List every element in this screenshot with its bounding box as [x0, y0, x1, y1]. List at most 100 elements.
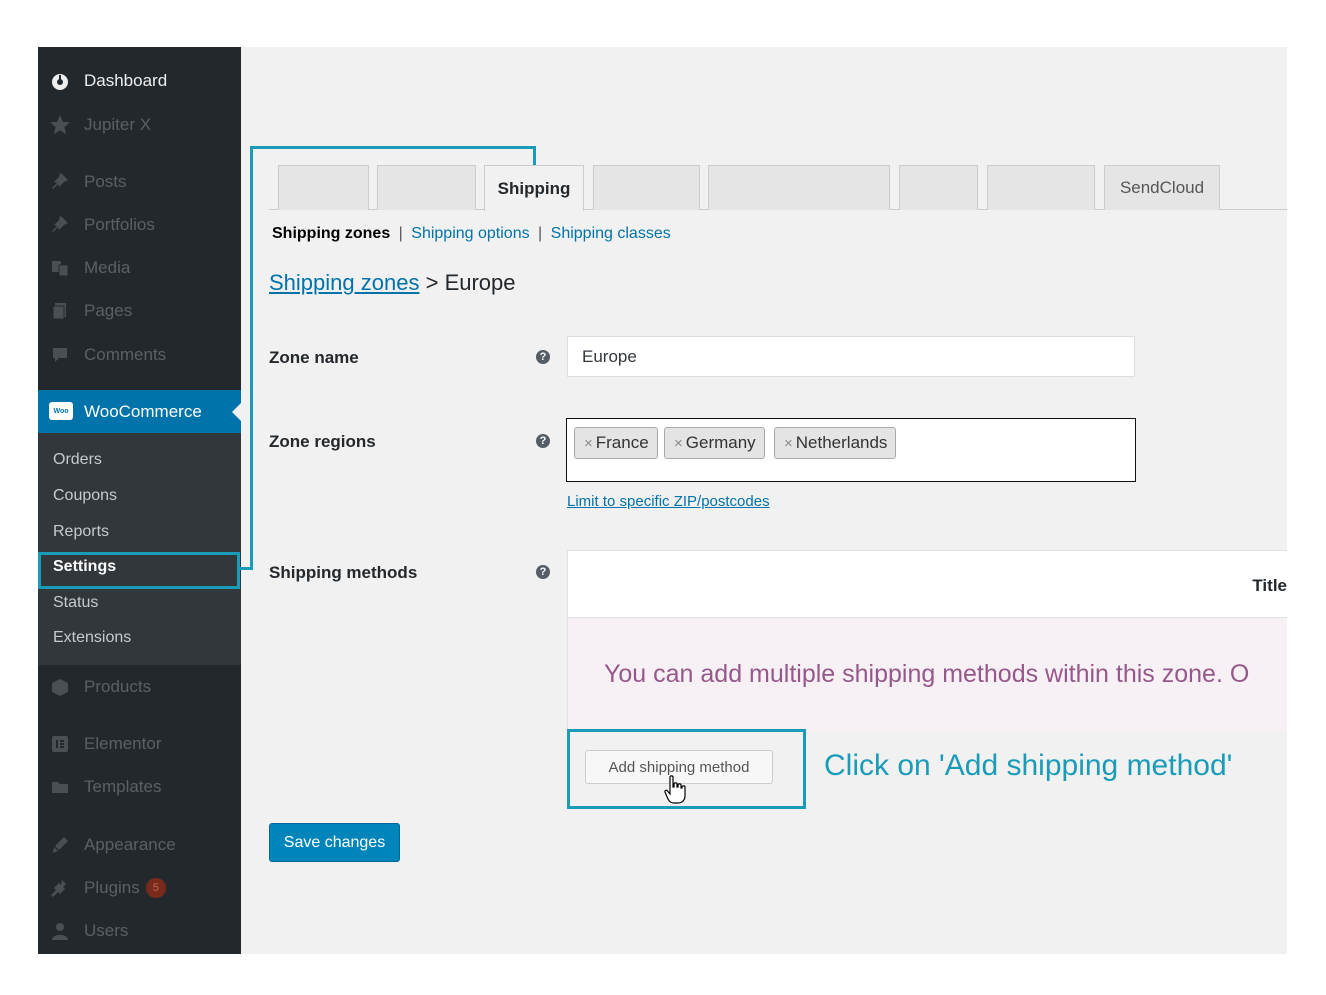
sidebar-item-woocommerce[interactable]: Woo WooCommerce: [38, 390, 241, 433]
current-menu-arrow: [232, 403, 241, 421]
limit-postcodes-link[interactable]: Limit to specific ZIP/postcodes: [567, 493, 770, 510]
tab-general[interactable]: [278, 165, 369, 210]
box-icon: [48, 675, 72, 699]
sidebar-item-label: Portfolios: [84, 215, 155, 234]
tab-sendcloud[interactable]: SendCloud: [1104, 165, 1220, 210]
breadcrumb-separator: >: [425, 270, 439, 295]
comment-icon: [48, 343, 72, 367]
subnav-link-shipping-classes[interactable]: Shipping classes: [551, 225, 671, 242]
sidebar-item-templates[interactable]: Templates: [38, 769, 241, 805]
help-icon[interactable]: ?: [536, 350, 550, 364]
annotation-callout: Click on 'Add shipping method': [824, 749, 1233, 782]
subnav-separator: |: [538, 225, 543, 242]
blank-state-message: You can add multiple shipping methods wi…: [604, 660, 1250, 688]
sidebar-item-label: Pages: [84, 301, 133, 320]
region-chip-germany: × Germany: [664, 427, 765, 459]
help-icon[interactable]: ?: [536, 565, 550, 579]
sidebar-item-label: Posts: [84, 172, 127, 191]
zone-name-input[interactable]: Europe: [567, 336, 1135, 377]
sidebar-item-plugins[interactable]: Plugins 5: [38, 870, 241, 906]
tab-payments[interactable]: [593, 165, 700, 210]
sidebar-item-label: Appearance: [84, 835, 176, 854]
sidebar-item-portfolios[interactable]: Portfolios: [38, 207, 241, 243]
region-chip-label: Germany: [685, 433, 756, 452]
breadcrumb: Shipping zones > Europe: [269, 270, 516, 296]
highlight-connector: [250, 146, 253, 570]
pin-icon: [48, 213, 72, 237]
sidebar-item-label: Media: [84, 258, 131, 277]
admin-sidebar: Dashboard Jupiter X Posts Portfolios Med: [38, 47, 241, 954]
region-chip-netherlands: × Netherlands: [774, 427, 897, 459]
sidebar-item-pages[interactable]: Pages: [38, 293, 241, 329]
help-icon[interactable]: ?: [536, 434, 550, 448]
highlight-connector: [250, 146, 536, 149]
submenu-item-orders[interactable]: Orders: [53, 451, 102, 469]
highlight-connector: [533, 146, 536, 165]
save-changes-button[interactable]: Save changes: [269, 823, 400, 862]
submenu-item-status[interactable]: Status: [53, 594, 98, 612]
region-chip-label: France: [595, 433, 649, 452]
zone-regions-select[interactable]: × France × Germany × Netherlands: [566, 418, 1136, 482]
sidebar-item-label: WooCommerce: [84, 402, 202, 421]
folder-icon: [48, 775, 72, 799]
hand-pointer-cursor-icon: [664, 775, 686, 810]
user-icon: [48, 919, 72, 943]
tab-advanced[interactable]: [987, 165, 1095, 210]
sidebar-item-users[interactable]: Users: [38, 913, 241, 949]
subnav-current: Shipping zones: [272, 225, 391, 242]
remove-chip-icon[interactable]: ×: [584, 435, 593, 452]
region-chip-france: × France: [574, 427, 658, 459]
dashboard-icon: [48, 69, 72, 93]
media-icon: [48, 256, 72, 280]
sidebar-item-products[interactable]: Products: [38, 669, 241, 705]
pages-icon: [48, 299, 72, 323]
sidebar-item-media[interactable]: Media: [38, 250, 241, 286]
sidebar-item-label: Dashboard: [84, 71, 168, 90]
sidebar-item-label: Products: [84, 677, 152, 696]
tab-accounts[interactable]: [708, 165, 890, 210]
sidebar-item-jupiter-x[interactable]: Jupiter X: [38, 107, 241, 143]
brush-icon: [48, 833, 72, 857]
region-chip-label: Netherlands: [795, 433, 888, 452]
sidebar-item-label: Elementor: [84, 734, 162, 753]
sidebar-item-label: Templates: [84, 777, 162, 796]
sidebar-item-label: Plugins 5: [84, 878, 166, 899]
screenshot-frame: Dashboard Jupiter X Posts Portfolios Med: [38, 47, 1287, 954]
submenu-item-reports[interactable]: Reports: [53, 523, 109, 541]
add-method-highlight-box: [567, 729, 806, 809]
plugin-icon: [48, 876, 72, 900]
tab-emails[interactable]: [899, 165, 978, 210]
sidebar-item-appearance[interactable]: Appearance: [38, 827, 241, 863]
submenu-item-coupons[interactable]: Coupons: [53, 487, 117, 505]
settings-highlight-box: [38, 552, 240, 589]
woo-icon: Woo: [49, 402, 73, 420]
sidebar-item-label: Comments: [84, 345, 167, 364]
sidebar-item-elementor[interactable]: Elementor: [38, 726, 241, 762]
subnav-separator: |: [398, 225, 403, 242]
star-icon: [48, 113, 72, 137]
breadcrumb-link-shipping-zones[interactable]: Shipping zones: [269, 270, 419, 295]
sidebar-item-label: Users: [84, 921, 129, 940]
pin-icon: [48, 170, 72, 194]
woocommerce-submenu: Orders Coupons Reports Settings Status E…: [38, 433, 241, 665]
subnav-link-shipping-options[interactable]: Shipping options: [411, 225, 529, 242]
tab-products[interactable]: [377, 165, 476, 210]
shipping-methods-table: Title You can add multiple shipping meth…: [567, 550, 1287, 731]
sidebar-item-dashboard[interactable]: Dashboard: [38, 63, 241, 99]
table-header-title: Title: [1252, 576, 1287, 595]
remove-chip-icon[interactable]: ×: [784, 435, 793, 452]
remove-chip-icon[interactable]: ×: [674, 435, 683, 452]
zone-regions-label: Zone regions: [269, 432, 376, 451]
sidebar-item-label: Jupiter X: [84, 115, 152, 134]
submenu-item-extensions[interactable]: Extensions: [53, 629, 131, 647]
elementor-icon: [48, 732, 72, 756]
shipping-methods-label: Shipping methods: [269, 563, 418, 582]
breadcrumb-current: Europe: [444, 270, 516, 295]
sidebar-item-comments[interactable]: Comments: [38, 337, 241, 373]
shipping-subnav: Shipping zones | Shipping options | Ship…: [272, 225, 671, 243]
highlight-connector: [237, 567, 251, 570]
sidebar-item-posts[interactable]: Posts: [38, 164, 241, 200]
tab-shipping[interactable]: Shipping: [484, 165, 584, 211]
zone-name-label: Zone name: [269, 348, 359, 367]
plugins-update-badge: 5: [145, 878, 166, 899]
